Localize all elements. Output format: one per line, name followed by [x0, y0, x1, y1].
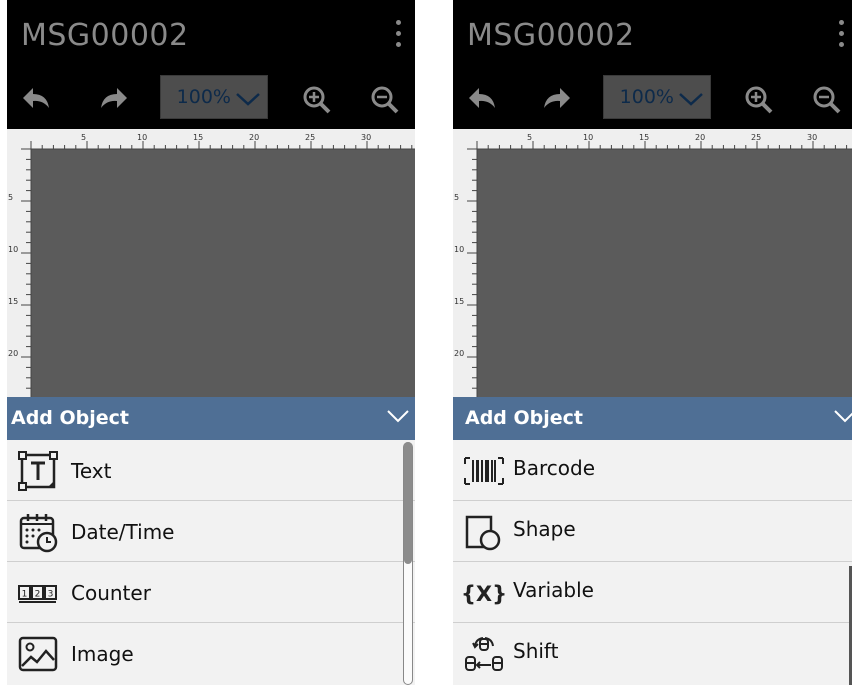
ruler-ticks: 5101520253035510152025	[8, 133, 415, 397]
svg-text:2: 2	[35, 590, 41, 600]
ruler-label: 15	[8, 297, 18, 306]
image-icon	[18, 636, 58, 672]
toolbar: 100%	[7, 72, 415, 129]
add-object-header[interactable]: Add Object	[453, 397, 852, 440]
add-object-title: Add Object	[465, 407, 584, 429]
ruler-label: 20	[695, 133, 705, 142]
zoom-in-icon[interactable]	[299, 82, 335, 118]
message-title: MSG00002	[467, 18, 635, 53]
zoom-in-icon[interactable]	[741, 82, 777, 118]
title-bar: MSG00002	[7, 0, 415, 72]
list-item-image[interactable]: Image	[7, 623, 415, 684]
ruler-label: 30	[807, 133, 817, 142]
more-options-icon[interactable]	[395, 20, 401, 54]
list-item-shift[interactable]: Shift	[453, 623, 852, 684]
calendar-clock-icon	[19, 514, 58, 553]
list-item-date-time[interactable]: Date/Time	[7, 501, 415, 562]
ruler-label: 5	[527, 133, 532, 142]
zoom-select[interactable]: 100%	[160, 75, 268, 119]
redo-icon[interactable]	[538, 82, 574, 118]
add-object-header[interactable]: Add Object	[7, 397, 415, 440]
ruler-label: 10	[583, 133, 593, 142]
ruler-label: 15	[193, 133, 203, 142]
ruler-label: 5	[454, 193, 459, 202]
title-bar: MSG00002	[453, 0, 852, 72]
shift-icon	[465, 637, 503, 671]
toolbar: 100%	[453, 72, 852, 129]
counter-icon: 1 2 3	[18, 585, 57, 603]
zoom-select[interactable]: 100%	[603, 75, 711, 119]
item-label: Shift	[513, 639, 559, 663]
list-item-variable[interactable]: {X} Variable	[453, 562, 852, 623]
chevron-down-icon[interactable]	[834, 409, 852, 423]
screen-left: MSG00002 100% 5101520253035510152025 Add…	[7, 0, 415, 685]
more-options-icon[interactable]	[838, 20, 844, 54]
ruler-label: 25	[751, 133, 761, 142]
list-item-shape[interactable]: Shape	[453, 501, 852, 562]
ruler-label: 15	[454, 297, 464, 306]
svg-text:3: 3	[48, 590, 54, 600]
chevron-down-icon[interactable]	[387, 409, 409, 423]
svg-text:1: 1	[22, 590, 28, 600]
ruler-label: 10	[454, 245, 464, 254]
ruler-label: 10	[8, 245, 18, 254]
ruler-label: 30	[361, 133, 371, 142]
variable-icon: {X}	[463, 582, 505, 606]
ruler-label: 20	[249, 133, 259, 142]
zoom-value: 100%	[619, 86, 674, 108]
object-list: Text Date/Time 1 2 3 Counter Image	[7, 440, 415, 685]
item-label: Image	[71, 642, 134, 666]
item-label: Date/Time	[71, 520, 175, 544]
ruler-label: 20	[8, 349, 18, 358]
message-title: MSG00002	[21, 18, 189, 53]
item-label: Shape	[513, 517, 576, 541]
chevron-down-icon	[236, 93, 260, 106]
zoom-value: 100%	[176, 86, 231, 108]
zoom-out-icon[interactable]	[809, 82, 845, 118]
redo-icon[interactable]	[95, 82, 131, 118]
screen-right: MSG00002 100% 5101520253035510152025 Add…	[453, 0, 852, 685]
item-label: Variable	[513, 578, 594, 602]
barcode-icon	[464, 457, 504, 485]
item-label: Counter	[71, 581, 151, 605]
svg-text:{X}: {X}	[463, 582, 505, 606]
list-item-text[interactable]: Text	[7, 440, 415, 501]
ruler-label: 15	[639, 133, 649, 142]
ruler-label: 5	[81, 133, 86, 142]
ruler-ticks: 5101520253035510152025	[454, 133, 852, 397]
add-object-title: Add Object	[11, 407, 130, 429]
object-list: Barcode Shape {X} Variable Shift	[453, 440, 852, 685]
shape-icon	[465, 515, 501, 551]
list-scrollbar-thumb[interactable]	[404, 442, 412, 564]
design-canvas[interactable]: 5101520253035510152025	[453, 129, 852, 397]
list-item-barcode[interactable]: Barcode	[453, 440, 852, 501]
zoom-out-icon[interactable]	[367, 82, 403, 118]
ruler-label: 25	[305, 133, 315, 142]
list-item-counter[interactable]: 1 2 3 Counter	[7, 562, 415, 623]
ruler-label: 20	[454, 349, 464, 358]
ruler-label: 5	[8, 193, 13, 202]
text-object-icon	[18, 451, 58, 491]
undo-icon[interactable]	[19, 82, 55, 118]
design-canvas[interactable]: 5101520253035510152025	[7, 129, 415, 397]
chevron-down-icon	[679, 93, 703, 106]
undo-icon[interactable]	[465, 82, 501, 118]
ruler-label: 10	[137, 133, 147, 142]
item-label: Text	[71, 459, 112, 483]
item-label: Barcode	[513, 456, 595, 480]
